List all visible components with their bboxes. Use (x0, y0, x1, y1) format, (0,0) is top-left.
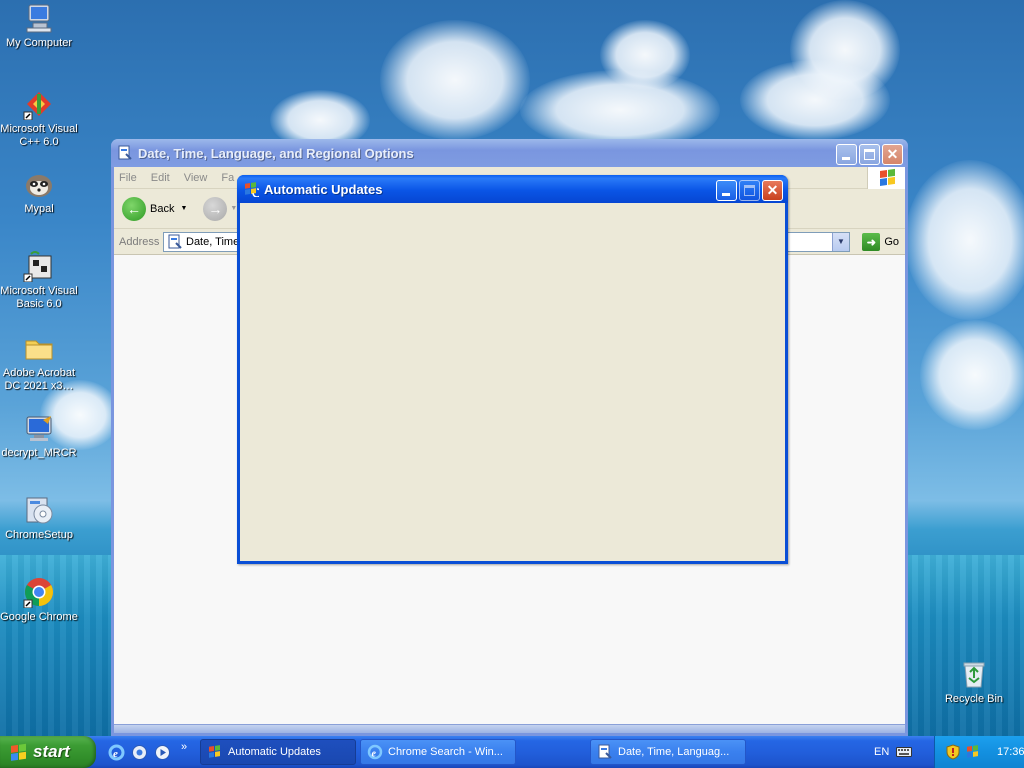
svg-text:e: e (372, 749, 377, 760)
chevron-down-icon: ▼ (180, 205, 188, 212)
taskbar-item-automatic-updates[interactable]: Automatic Updates (200, 739, 356, 765)
status-bar (114, 724, 905, 733)
go-label: Go (884, 236, 899, 248)
start-button[interactable]: start (0, 736, 96, 768)
quick-launch-more-icon[interactable]: » (181, 741, 187, 753)
minimize-button[interactable] (716, 180, 737, 201)
desktop-icon-label: ChromeSetup (5, 529, 73, 541)
visual-basic-icon (23, 250, 55, 283)
close-icon: ✕ (766, 182, 779, 198)
start-label: start (33, 742, 70, 761)
desktop-icon-label: Microsoft Visual Basic 6.0 (0, 285, 78, 310)
svg-text:e: e (113, 748, 118, 760)
cloud (905, 160, 1024, 320)
automatic-updates-body (240, 203, 785, 561)
back-button[interactable]: ← Back ▼ (122, 196, 188, 221)
back-label: Back (150, 202, 175, 215)
media-player-icon[interactable] (154, 744, 171, 761)
cloud (380, 20, 530, 140)
taskbar-item-label: Chrome Search - Win... (388, 746, 503, 758)
close-button[interactable]: ✕ (882, 144, 903, 165)
forward-button[interactable]: → (203, 196, 228, 221)
minimize-button[interactable] (836, 144, 857, 165)
automatic-updates-titlebar[interactable]: Automatic Updates ✕ (237, 175, 788, 203)
minimize-icon (842, 157, 850, 160)
desktop-icon-decrypt-mrcr[interactable]: decrypt_MRCR (0, 412, 79, 460)
recycle-bin-icon (958, 658, 990, 690)
close-button[interactable]: ✕ (762, 180, 783, 201)
chrome-icon (23, 576, 55, 609)
maximize-icon (744, 185, 755, 196)
windows-update-icon (207, 744, 223, 760)
automatic-updates-title: Automatic Updates (264, 181, 383, 197)
desktop-icon-adobe-acrobat[interactable]: Adobe Acrobat DC 2021 x3… (0, 332, 79, 393)
clock[interactable]: 17:36 (997, 746, 1024, 758)
maximize-button[interactable] (859, 144, 880, 165)
maximize-button[interactable] (739, 180, 760, 201)
visual-cpp-icon (23, 88, 55, 121)
chevron-down-icon: ▼ (837, 237, 845, 246)
taskbar-item-chrome-search[interactable]: e Chrome Search - Win... (360, 739, 516, 765)
automatic-updates-window[interactable]: Automatic Updates ✕ (237, 175, 788, 564)
cloud (600, 20, 690, 90)
keyboard-icon[interactable] (896, 746, 912, 758)
menu-view[interactable]: View (184, 172, 208, 184)
menu-file[interactable]: File (119, 172, 137, 184)
windows-update-tray-icon[interactable] (965, 744, 981, 760)
go-button[interactable]: ➜ Go (862, 233, 899, 251)
taskbar-item-label: Date, Time, Languag... (618, 746, 730, 758)
desktop-icon-mypal[interactable]: Mypal (0, 168, 79, 216)
explorer-titlebar[interactable]: Date, Time, Language, and Regional Optio… (111, 139, 908, 167)
internet-explorer-icon: e (367, 744, 383, 760)
folder-icon (23, 332, 55, 364)
go-arrow-icon: ➜ (862, 233, 881, 251)
program-icon (23, 412, 55, 444)
show-desktop-icon[interactable] (131, 744, 148, 761)
desktop-icon-label: My Computer (5, 37, 73, 49)
computer-icon (23, 2, 55, 34)
control-panel-icon (597, 744, 613, 760)
taskbar-item-label: Automatic Updates (228, 746, 321, 758)
close-icon: ✕ (886, 146, 899, 162)
explorer-title: Date, Time, Language, and Regional Optio… (138, 145, 414, 161)
cloud (920, 320, 1024, 430)
desktop-icon-google-chrome[interactable]: Google Chrome (0, 576, 79, 624)
taskbar: start e » Automatic Updates e Chrome Sea… (0, 736, 1024, 768)
control-panel-icon (167, 234, 183, 250)
control-panel-icon (117, 145, 133, 161)
desktop-icon-label: Google Chrome (0, 611, 78, 623)
address-label: Address (119, 235, 160, 248)
address-value: Date, Time (186, 236, 240, 248)
desktop-icon-label: Adobe Acrobat DC 2021 x3… (2, 367, 76, 392)
desktop-icon-label: decrypt_MRCR (1, 447, 77, 459)
security-shield-icon[interactable] (945, 744, 961, 760)
desktop-icon-label: Mypal (24, 203, 54, 215)
system-tray: 17:36 (934, 736, 1024, 768)
internet-explorer-icon[interactable]: e (108, 744, 125, 761)
desktop-icon-visual-cpp[interactable]: Microsoft Visual C++ 6.0 (0, 88, 79, 149)
taskbar-item-date-time[interactable]: Date, Time, Languag... (590, 739, 746, 765)
cloud (740, 60, 890, 140)
installer-icon (23, 494, 55, 526)
desktop-icon-chrome-setup[interactable]: ChromeSetup (0, 494, 79, 542)
desktop-icon-recycle-bin[interactable]: Recycle Bin (934, 658, 1014, 706)
back-arrow-icon: ← (122, 196, 146, 221)
menu-edit[interactable]: Edit (151, 172, 170, 184)
desktop-icon-visual-basic[interactable]: Microsoft Visual Basic 6.0 (0, 250, 79, 311)
windows-update-icon (243, 181, 262, 198)
minimize-icon (722, 193, 730, 196)
maximize-icon (864, 149, 875, 160)
desktop-icon-label: Recycle Bin (944, 693, 1004, 705)
desktop-icon-label: Microsoft Visual C++ 6.0 (0, 123, 78, 148)
desktop-icon-my-computer[interactable]: My Computer (0, 2, 79, 50)
menu-favorites[interactable]: Fa (221, 172, 234, 184)
windows-flag-icon (867, 167, 905, 189)
language-indicator[interactable]: EN (874, 746, 889, 758)
address-dropdown-button[interactable]: ▼ (832, 233, 849, 251)
windows-logo-icon (10, 743, 28, 761)
raccoon-icon (23, 168, 55, 200)
